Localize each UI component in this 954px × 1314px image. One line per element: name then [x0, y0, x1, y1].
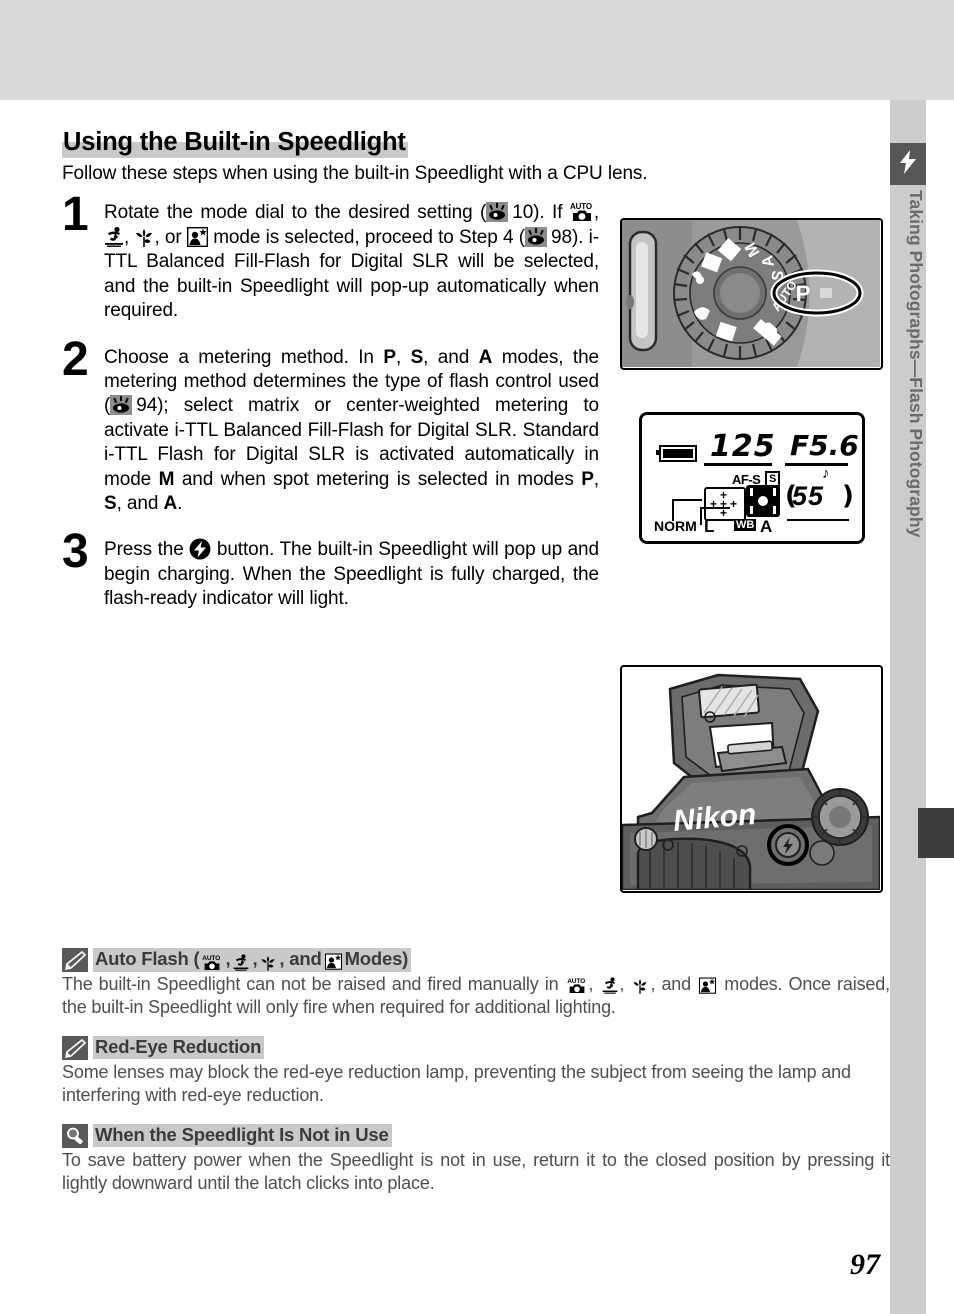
note-auto-flash-title: Auto Flash (AUTO, , , and Modes)	[93, 948, 412, 972]
step-3: 3 Press the button. The built-in Speedli…	[62, 528, 890, 611]
step-3-text: Press the button. The built-in Speedligh…	[104, 538, 599, 611]
note-speedlight-not-in-use-header: When the Speedlight Is Not in Use	[62, 1123, 890, 1148]
mode-a: A	[478, 346, 493, 368]
mode-p-2: P	[581, 468, 594, 490]
step-3-number: 3	[62, 525, 89, 579]
battery-indicator-icon	[656, 445, 697, 462]
reference-eye-icon	[110, 395, 133, 416]
note1-title-c: , and	[279, 948, 322, 970]
image-size-value: L	[704, 517, 715, 536]
macro-mode-icon	[632, 977, 648, 994]
frames-underline	[787, 519, 849, 521]
frames-remaining-value: 55	[792, 481, 825, 511]
page-number: 97	[850, 1248, 880, 1281]
step-2-ref-page: 94	[136, 395, 158, 417]
top-margin-band	[0, 0, 954, 100]
notes-section: Auto Flash (AUTO, , , and Modes) The bui…	[62, 948, 890, 1195]
night-portrait-mode-icon	[186, 226, 208, 247]
note1-title-a: Auto Flash (	[95, 948, 200, 970]
note-auto-flash-header: Auto Flash (AUTO, , , and Modes)	[62, 948, 890, 972]
step-2-number: 2	[62, 332, 89, 386]
note1-body-b1: ,	[588, 974, 600, 994]
white-balance-badge: WB	[734, 519, 757, 531]
step-1-text: Rotate the mode dial to the desired sett…	[104, 201, 599, 323]
side-tab-label: Taking Photographs—Flash Photography	[906, 190, 926, 538]
note-red-eye-body: Some lenses may block the red-eye reduct…	[62, 1061, 851, 1106]
figure-mode-dial: M A S AUTO P	[620, 218, 883, 370]
page-title: Using the Built-in Speedlight	[62, 128, 408, 158]
frames-paren-right: )	[842, 481, 854, 511]
mode-s-2: S	[104, 492, 117, 514]
note1-title-b1: ,	[225, 948, 231, 970]
macro-mode-icon	[260, 953, 276, 971]
af-area-grid-icon: + + + + +	[704, 487, 746, 521]
flash-icon	[890, 143, 926, 185]
center-af-point-icon	[746, 485, 780, 517]
flash-button-icon	[189, 538, 211, 560]
auto-mode-icon: AUTO	[203, 953, 223, 970]
sports-mode-icon	[104, 226, 124, 247]
note1-title-d: Modes)	[344, 948, 409, 970]
step-2-text: Choose a metering method. In P, S, and A…	[104, 346, 600, 514]
step-1-text-c2: ,	[124, 226, 135, 248]
figure-camera-speedlight-raised: Nikon	[620, 665, 883, 893]
sports-mode-icon	[233, 953, 249, 971]
step-1-text-d: , or	[154, 226, 187, 248]
note-red-eye-title: Red-Eye Reduction	[93, 1036, 265, 1060]
pencil-icon	[62, 1035, 88, 1060]
step-2-text-d: and when spot metering is selected in mo…	[174, 468, 582, 490]
note1-body-c: , and	[650, 974, 698, 994]
note-speedlight-not-in-use: When the Speedlight Is Not in Use To sav…	[62, 1123, 890, 1196]
note-red-eye-header: Red-Eye Reduction	[62, 1035, 890, 1060]
note-auto-flash: Auto Flash (AUTO, , , and Modes) The bui…	[62, 948, 890, 1020]
shutter-underline	[704, 463, 772, 466]
night-portrait-mode-icon	[324, 953, 342, 970]
mode-p: P	[383, 346, 396, 368]
shutter-speed-value: 125	[710, 429, 776, 464]
note-speedlight-not-in-use-body: To save battery power when the Speedligh…	[62, 1149, 890, 1193]
dial-selected-mode: P	[796, 281, 811, 306]
note-auto-flash-body: The built-in Speedlight can not be raise…	[62, 973, 890, 1020]
aperture-underline	[785, 463, 848, 466]
intro-paragraph: Follow these steps when using the built-…	[62, 162, 648, 184]
mode-m: M	[158, 468, 175, 490]
mode-a-2: A	[163, 492, 178, 514]
reference-eye-icon	[525, 226, 548, 247]
beep-icon: ♪	[822, 465, 830, 482]
svg-text:AUTO: AUTO	[203, 955, 221, 962]
magnifier-icon	[62, 1123, 88, 1148]
step-2-text-a: Choose a metering method. In	[104, 346, 384, 368]
step-1-text-a: Rotate the mode dial to the desired sett…	[104, 202, 487, 224]
step-1-number: 1	[62, 188, 89, 242]
aperture-value: F5.6	[790, 429, 859, 462]
note-speedlight-not-in-use-title: When the Speedlight Is Not in Use	[93, 1123, 392, 1148]
step-1-ref-page-a: 10	[512, 202, 534, 224]
step-1-text-c1: ,	[593, 202, 600, 224]
side-tab-marker-secondary	[918, 808, 954, 858]
mode-s: S	[410, 346, 424, 368]
note1-body-a: The built-in Speedlight can not be raise…	[62, 974, 565, 994]
pencil-icon	[62, 948, 88, 972]
step-1-text-e: mode is selected, proceed to Step 4 (	[207, 226, 526, 248]
night-portrait-mode-icon	[699, 977, 717, 994]
white-balance-value: A	[760, 517, 773, 536]
image-quality-value: NORM	[654, 518, 697, 534]
reference-eye-icon	[486, 202, 509, 223]
step-3-text-a: Press the	[104, 539, 190, 561]
auto-mode-icon: AUTO	[567, 977, 587, 993]
note1-body-b2: ,	[619, 974, 631, 994]
sports-mode-icon	[601, 977, 617, 994]
svg-text:AUTO: AUTO	[570, 202, 592, 211]
macro-mode-icon	[134, 226, 154, 247]
svg-text:AUTO: AUTO	[567, 978, 585, 985]
figure-lcd-control-panel: 125 F5.6 ♪ AF-S S + + + + + ( 55 ) NORM …	[639, 412, 865, 544]
note1-title-b2: ,	[252, 948, 258, 970]
step-1-ref-page-b: 98	[551, 226, 572, 248]
note-red-eye-reduction: Red-Eye Reduction Some lenses may block …	[62, 1035, 890, 1108]
step-1-text-b: ). If	[533, 202, 570, 224]
auto-mode-icon: AUTO	[570, 201, 594, 222]
